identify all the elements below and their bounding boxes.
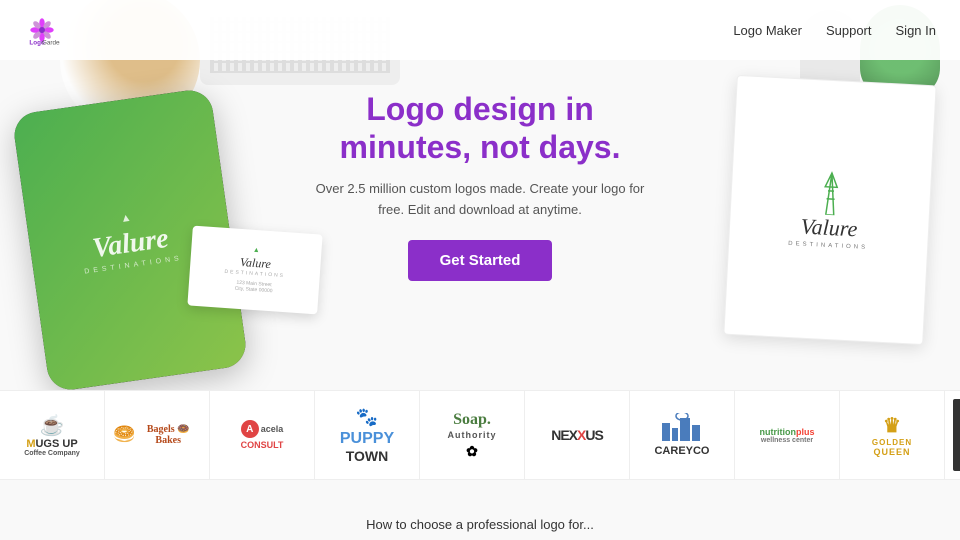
logo-item-golden-queen[interactable]: ♛ GOLDEN QUEEN xyxy=(840,391,945,479)
logo-item-mugs-up[interactable]: ☕ MUGS UP Coffee Company xyxy=(0,391,105,479)
careyco-name: CAREYCO xyxy=(654,445,709,457)
logo-strip: ☕ MUGS UP Coffee Company 🥯 Bagels 🍩 Bake… xyxy=(0,390,960,480)
nexxus-logo: NEXXUS xyxy=(533,399,621,471)
logo-item-acela[interactable]: A acela CONSULT xyxy=(210,391,315,479)
nav-sign-in[interactable]: Sign In xyxy=(896,23,936,38)
wellness-text: wellness center xyxy=(761,437,813,444)
logo-link[interactable]: Logo Garden xyxy=(24,12,60,48)
nutrition-name: nutritionplus xyxy=(759,427,814,437)
puppy-icon: 🐾 xyxy=(356,407,378,428)
logo-item-careyco[interactable]: CAREYCO xyxy=(630,391,735,479)
town-text: TOWN xyxy=(346,448,389,464)
business-card: ▲ Valure DESTINATIONS 123 Main StreetCit… xyxy=(187,226,322,315)
acela-consult: CONSULT xyxy=(241,440,284,450)
navbar: Logo Garden Logo Maker Support Sign In xyxy=(0,0,960,60)
notebook-tower-icon xyxy=(814,170,848,216)
phone-tower-icon: ▲ xyxy=(120,211,134,225)
mugsup-sub: Coffee Company xyxy=(24,450,80,457)
bagels-logo: 🥯 Bagels 🍩 Bakes xyxy=(113,399,201,471)
bottom-text: How to choose a professional logo for... xyxy=(0,517,960,532)
logo-item-nexxus[interactable]: NEXXUS xyxy=(525,391,630,479)
hero-subtitle: Over 2.5 million custom logos made. Crea… xyxy=(310,179,650,221)
acela-name: acela xyxy=(261,424,284,434)
bc-address: 123 Main StreetCity, State 00000 xyxy=(223,279,284,295)
careyco-icon xyxy=(657,413,707,445)
mugsup-name: MUGS UP xyxy=(26,438,77,450)
logo-item-puppy-town[interactable]: 🐾 PUPPY TOWN xyxy=(315,391,420,479)
bagels-name: Bagels 🍩 Bakes xyxy=(135,424,201,446)
soap-text: Soap. xyxy=(453,411,491,429)
golden-crown-icon: ♛ xyxy=(883,413,901,438)
logo-item-spartan[interactable]: ⚔ SPARTAN FITNESS xyxy=(945,391,960,479)
bagels-icon: 🥯 xyxy=(113,424,135,445)
logo-item-bagels[interactable]: 🥯 Bagels 🍩 Bakes xyxy=(105,391,210,479)
acela-circle-icon: A xyxy=(241,420,259,438)
hero-content: Logo design in minutes, not days. Over 2… xyxy=(310,90,650,281)
get-started-button[interactable]: Get Started xyxy=(408,240,553,281)
logo-item-soap-authority[interactable]: Soap. Authority ✿ xyxy=(420,391,525,479)
notebook-logo-text: Valure xyxy=(800,214,858,243)
logo-item-nutrition[interactable]: nutritionplus wellness center xyxy=(735,391,840,479)
svg-text:Garden: Garden xyxy=(42,39,60,46)
golden-text: GOLDEN xyxy=(872,438,912,447)
authority-text: Authority xyxy=(448,430,497,440)
logo-garden-icon: Logo Garden xyxy=(24,12,60,48)
soap-flower-icon: ✿ xyxy=(466,443,478,460)
puppy-text: PUPPY xyxy=(340,430,394,448)
hero-title: Logo design in minutes, not days. xyxy=(310,90,650,167)
nav-logo-maker[interactable]: Logo Maker xyxy=(733,23,802,38)
nav-links: Logo Maker Support Sign In xyxy=(733,23,936,38)
nav-support[interactable]: Support xyxy=(826,23,872,38)
mugsup-mug-icon: ☕ xyxy=(40,413,65,438)
notebook-mockup: Valure DESTINATIONS xyxy=(723,75,936,345)
queen-text: QUEEN xyxy=(873,447,910,457)
